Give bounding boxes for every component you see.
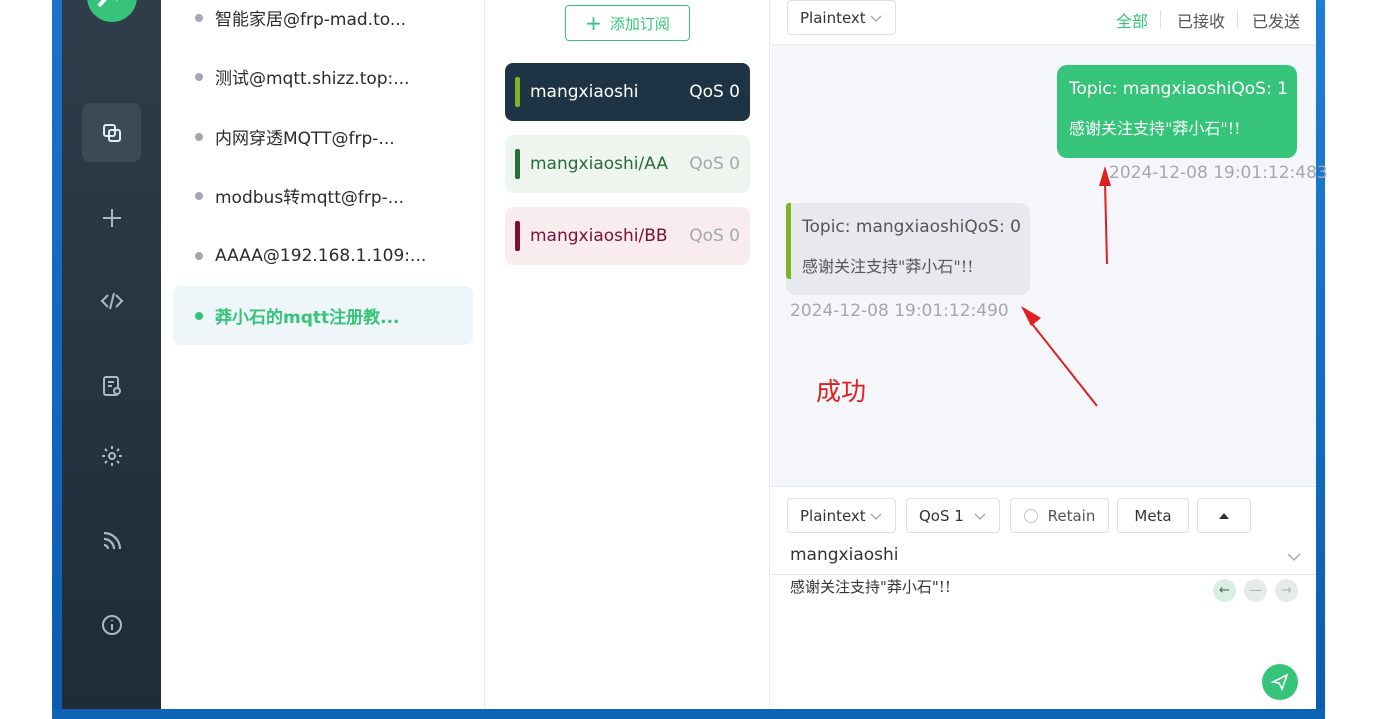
plus-icon: + [585, 11, 602, 35]
chevron-down-icon [870, 512, 882, 520]
filter-divider [1237, 10, 1238, 28]
status-dot [195, 13, 203, 22]
retain-toggle[interactable]: Retain [1010, 498, 1109, 533]
about-icon[interactable] [82, 595, 141, 654]
desktop-background [0, 0, 52, 719]
annotation-arrow-icon [1099, 166, 1111, 265]
subscription-qos: QoS 0 [689, 82, 740, 102]
chevron-down-icon [870, 14, 882, 22]
sent-message-bubble: Topic: mangxiaoshi QoS: 1 感谢关注支持"莽小石"!! [1057, 65, 1297, 158]
meta-button[interactable]: Meta [1117, 498, 1189, 533]
subscription-topic: mangxiaoshi [530, 82, 639, 102]
send-icon [1271, 673, 1289, 691]
desktop-wallpaper-left [52, 0, 62, 719]
message-composer: Plaintext QoS 1 Retain Meta mangxiaoshi … [771, 486, 1316, 709]
feed-icon[interactable] [82, 511, 141, 570]
filter-all[interactable]: 全部 [1116, 8, 1148, 32]
connection-item[interactable]: 内网穿透MQTT@frp-... [173, 107, 473, 166]
subscription-item[interactable]: mangxiaoshi/AA QoS 0 [505, 135, 750, 193]
chevron-down-icon [974, 512, 986, 520]
subscription-qos: QoS 0 [689, 154, 740, 174]
filter-sent[interactable]: 已发送 [1252, 8, 1300, 32]
log-icon[interactable] [82, 356, 141, 415]
connection-item-active[interactable]: 莽小石的mqtt注册教... [173, 286, 473, 345]
add-subscription-label: 添加订阅 [609, 14, 670, 33]
message-qos: QoS: 0 [964, 217, 1021, 237]
connection-item[interactable]: 测试@mqtt.shizz.top:... [173, 47, 473, 106]
topic-input[interactable]: mangxiaoshi [790, 545, 899, 565]
message-timestamp: 2024-12-08 19:01:12:490 [790, 301, 1009, 321]
payload-format-select[interactable]: Plaintext [787, 0, 896, 35]
desktop-wallpaper-bottom [52, 709, 1325, 719]
history-back-icon[interactable]: ← [1213, 579, 1236, 602]
status-dot [195, 191, 203, 200]
message-payload: 感谢关注支持"莽小石"!! [802, 257, 974, 276]
filter-divider [1160, 10, 1161, 28]
message-header: Plaintext 全部 已接收 已发送 [771, 0, 1316, 44]
nav-sidebar [62, 0, 161, 709]
connection-item[interactable]: 智能家居@frp-mad.to... [173, 0, 473, 47]
subscription-qos: QoS 0 [689, 226, 740, 246]
message-qos: QoS: 1 [1231, 79, 1288, 99]
payload-format-value: Plaintext [800, 8, 866, 27]
script-icon[interactable] [82, 271, 141, 330]
add-subscription-button[interactable]: + 添加订阅 [565, 5, 690, 41]
message-timestamp: 2024-12-08 19:01:12:483 [1109, 163, 1328, 183]
chevron-down-icon[interactable] [1286, 549, 1302, 565]
message-payload: 感谢关注支持"莽小石"!! [1069, 119, 1241, 138]
subscription-topic: mangxiaoshi/BB [530, 226, 668, 246]
payload-input[interactable]: 感谢关注支持"莽小石"!! [790, 576, 951, 597]
composer-qos-select[interactable]: QoS 1 [906, 498, 1000, 533]
success-annotation: 成功 [816, 377, 867, 406]
history-forward-icon[interactable]: → [1275, 579, 1298, 602]
retain-label: Retain [1047, 506, 1096, 525]
subscription-color-bar [515, 77, 520, 107]
connection-item[interactable]: modbus转mqtt@frp-... [173, 166, 473, 225]
connection-label: AAAA@192.168.1.109:... [215, 245, 427, 266]
filter-received[interactable]: 已接收 [1177, 8, 1225, 32]
status-dot [195, 251, 203, 260]
composer-qos-value: QoS 1 [919, 506, 964, 525]
settings-icon[interactable] [82, 426, 141, 485]
composer-format-select[interactable]: Plaintext [787, 498, 896, 533]
message-topic: Topic: mangxiaoshi [1069, 79, 1232, 99]
status-dot [195, 132, 203, 141]
connection-label: 测试@mqtt.shizz.top:... [215, 69, 410, 89]
triangle-up-icon [1219, 512, 1229, 519]
desktop-wallpaper-right [1316, 0, 1325, 719]
connection-label: 莽小石的mqtt注册教... [215, 308, 400, 328]
radio-icon [1023, 508, 1038, 523]
composer-format-value: Plaintext [800, 506, 866, 525]
connection-label: 内网穿透MQTT@frp-... [215, 129, 395, 149]
status-dot [195, 72, 203, 81]
subscription-panel: + 添加订阅 mangxiaoshi QoS 0 mangxiaoshi/AA … [486, 0, 770, 709]
subscription-color-bar [515, 149, 520, 179]
status-dot [195, 311, 203, 320]
subscription-color-bar [515, 221, 520, 251]
connection-list: 智能家居@frp-mad.to... 测试@mqtt.shizz.top:...… [161, 0, 485, 709]
connection-label: modbus转mqtt@frp-... [215, 188, 404, 208]
collapse-button[interactable] [1197, 498, 1251, 533]
topic-divider [771, 574, 1316, 575]
received-message-bubble: Topic: mangxiaoshi QoS: 0 感谢关注支持"莽小石"!! [786, 203, 1030, 295]
meta-label: Meta [1134, 506, 1172, 525]
subscription-topic: mangxiaoshi/AA [530, 154, 668, 174]
connections-icon[interactable] [82, 103, 141, 162]
annotation-arrow-icon [1021, 306, 1098, 407]
topic-color-stripe [786, 203, 791, 279]
connection-label: 智能家居@frp-mad.to... [215, 10, 407, 30]
message-topic: Topic: mangxiaoshi [802, 217, 965, 237]
message-panel: Plaintext 全部 已接收 已发送 Topic: mangxiaoshi … [771, 0, 1328, 709]
connection-item[interactable]: AAAA@192.168.1.109:... [173, 226, 473, 285]
subscription-item[interactable]: mangxiaoshi/BB QoS 0 [505, 207, 750, 265]
logo-icon[interactable] [87, 0, 137, 22]
send-button[interactable] [1262, 664, 1298, 700]
new-connection-icon[interactable] [82, 188, 141, 247]
history-reset-icon[interactable]: — [1244, 579, 1267, 602]
subscription-item[interactable]: mangxiaoshi QoS 0 [505, 63, 750, 121]
